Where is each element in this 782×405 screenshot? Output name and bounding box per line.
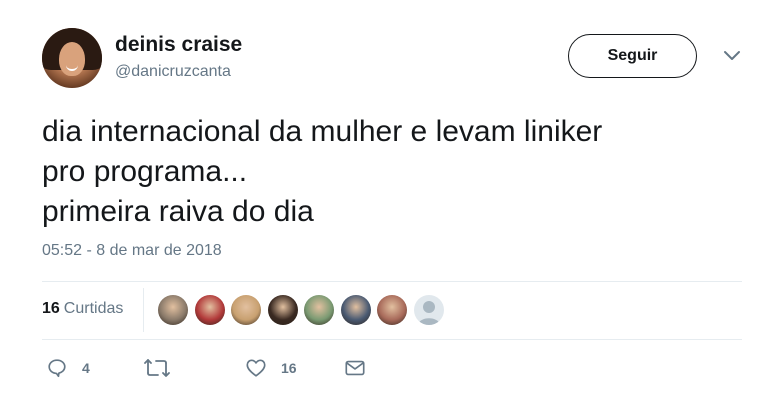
- tweet-text: dia internacional da mulher e levam lini…: [42, 112, 742, 232]
- divider: [143, 288, 144, 332]
- tweet-text-line: primeira raiva do dia: [42, 195, 314, 228]
- liker-avatar[interactable]: [194, 295, 225, 325]
- divider: [42, 281, 742, 282]
- heart-icon: [246, 359, 266, 377]
- like-button[interactable]: 16: [245, 356, 297, 380]
- tweet-text-line: pro programa...: [42, 155, 248, 188]
- reply-button[interactable]: 4: [46, 356, 90, 380]
- liker-avatar[interactable]: [267, 295, 298, 325]
- retweet-icon: [144, 359, 170, 377]
- divider: [42, 339, 742, 340]
- liker-avatar[interactable]: [231, 295, 261, 325]
- tweet-card: deinis craise @danicruzcanta Seguir dia …: [0, 0, 782, 405]
- liker-avatar[interactable]: [158, 295, 188, 325]
- tweet-timestamp[interactable]: 05:52 - 8 de mar de 2018: [42, 242, 222, 260]
- liker-avatar[interactable]: [340, 295, 371, 325]
- tweet-text-line: dia internacional da mulher e levam lini…: [42, 115, 603, 148]
- like-count: 16: [281, 360, 297, 376]
- user-display-name[interactable]: deinis craise: [115, 33, 242, 57]
- reply-count: 4: [82, 360, 90, 376]
- liker-avatar[interactable]: [377, 295, 407, 325]
- liker-avatar[interactable]: [304, 295, 334, 325]
- envelope-icon: [345, 360, 365, 376]
- direct-message-button[interactable]: [344, 356, 366, 380]
- likes-count: 16: [42, 300, 60, 317]
- reply-icon: [48, 359, 66, 378]
- likes-summary[interactable]: 16 Curtidas: [42, 300, 123, 318]
- default-avatar-icon[interactable]: [413, 295, 444, 325]
- retweet-button[interactable]: [144, 356, 184, 380]
- chevron-down-icon[interactable]: [723, 50, 741, 62]
- user-handle[interactable]: @danicruzcanta: [115, 63, 231, 81]
- follow-button[interactable]: Seguir: [568, 34, 697, 78]
- user-avatar[interactable]: [42, 28, 102, 88]
- likes-label: Curtidas: [63, 300, 124, 317]
